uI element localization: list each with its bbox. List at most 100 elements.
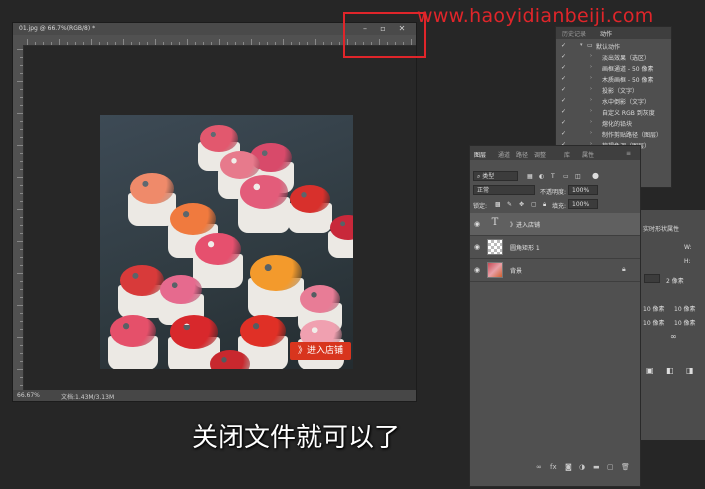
lock-all-icon[interactable]: 🔒︎ — [543, 201, 546, 212]
action-item[interactable]: ✓ › 投影（文字） — [556, 85, 671, 95]
action-item[interactable]: ✓ › 水中倒影（文字） — [556, 96, 671, 106]
corner-radius-3[interactable]: 10 像素 — [643, 318, 665, 327]
checkmark-icon[interactable]: ✓ — [561, 64, 566, 71]
action-label: 淡出效果（选区） — [602, 55, 651, 62]
lock-label: 锁定: — [473, 203, 488, 210]
delete-layer-icon[interactable]: 🗑︎ — [621, 463, 630, 471]
canvas-area[interactable]: 》进入店铺 — [24, 46, 416, 390]
checkmark-icon[interactable]: ✓ — [561, 75, 566, 82]
panel-menu-icon[interactable]: ≡ — [626, 150, 631, 157]
stroke-swatch[interactable] — [644, 274, 660, 283]
tab-history[interactable]: 历史记录 — [562, 29, 586, 38]
filter-text-icon[interactable]: T — [551, 173, 555, 184]
tab-paths[interactable]: 路径 — [516, 150, 528, 159]
corner-radius-1[interactable]: 10 像素 — [643, 304, 665, 313]
lock-transparent-icon[interactable]: ▩ — [495, 201, 501, 212]
document-size: 文档:1.43M/3.13M — [61, 394, 115, 401]
collapse-arrow-icon[interactable]: › — [590, 53, 592, 59]
layer-name: 圆角矩形 1 — [510, 245, 540, 252]
filter-smart-icon[interactable]: ◫ — [575, 173, 581, 184]
action-item[interactable]: ✓ › 制作剪贴路径（图层） — [556, 129, 671, 139]
visibility-eye-icon[interactable]: ◉ — [474, 243, 480, 251]
corner-radius-2[interactable]: 10 像素 — [674, 304, 696, 313]
action-item[interactable]: ✓ ▾ ▭ 默认动作 — [556, 41, 671, 51]
layer-row-background[interactable]: ◉ 背景 🔒︎ — [470, 259, 640, 282]
layers-panel-tabs: 图层 通道 路径 调整 库 属性 ≡ — [470, 146, 640, 160]
document-tab-title[interactable]: 01.jpg @ 66.7%(RGB/8) * — [19, 25, 95, 32]
corner-radius-4[interactable]: 10 像素 — [674, 318, 696, 327]
zoom-readout[interactable]: 66.67% — [17, 392, 40, 399]
properties-title: 实时形状属性 — [643, 226, 680, 233]
collapse-arrow-icon[interactable]: › — [590, 97, 592, 103]
lock-position-icon[interactable]: ✥ — [519, 201, 524, 212]
action-label: 画框通道 - 50 像素 — [602, 66, 654, 73]
filter-toggle-icon[interactable]: ● — [592, 171, 599, 182]
new-group-icon[interactable]: ▬ — [593, 463, 600, 471]
add-mask-icon[interactable]: ◙ — [565, 463, 572, 471]
action-item[interactable]: ✓ › 画框通道 - 50 像素 — [556, 63, 671, 73]
visibility-eye-icon[interactable]: ◉ — [474, 220, 480, 228]
video-subtitle: 关闭文件就可以了 — [192, 423, 401, 453]
layer-name: 》进入店铺 — [510, 222, 541, 229]
new-layer-icon[interactable]: ▢ — [607, 463, 614, 471]
action-item[interactable]: ✓ › 淡出效果（选区） — [556, 52, 671, 62]
layer-style-icon[interactable]: fx — [550, 463, 557, 471]
combine-shapes-icon[interactable]: ▣ — [646, 366, 654, 375]
intersect-shapes-icon[interactable]: ◨ — [686, 366, 694, 375]
fill-label: 填充: — [552, 203, 567, 210]
collapse-arrow-icon[interactable]: › — [590, 130, 592, 136]
lock-image-icon[interactable]: ✎ — [507, 201, 512, 212]
action-item[interactable]: ✓ › 熔化的铅块 — [556, 118, 671, 128]
action-label: 投影（文字） — [602, 88, 639, 95]
vertical-ruler[interactable] — [13, 45, 24, 390]
link-icon[interactable]: ∞ — [670, 332, 677, 341]
checkmark-icon[interactable]: ✓ — [561, 86, 566, 93]
opacity-input[interactable]: 100% — [568, 185, 598, 195]
layer-filter-dropdown[interactable]: ⌕ 类型 — [473, 171, 518, 181]
tab-properties[interactable]: 属性 — [582, 150, 594, 159]
collapse-arrow-icon[interactable]: › — [590, 108, 592, 114]
bouquet — [170, 315, 218, 349]
collapse-arrow-icon[interactable]: › — [590, 119, 592, 125]
filter-adjustment-icon[interactable]: ◐ — [539, 173, 544, 184]
flower-photo: 》进入店铺 — [100, 115, 353, 369]
action-item[interactable]: ✓ › 自定义 RGB 到灰度 — [556, 107, 671, 117]
close-button-highlight — [343, 12, 426, 58]
checkmark-icon[interactable]: ✓ — [561, 42, 566, 49]
adjustment-layer-icon[interactable]: ◑ — [579, 463, 585, 471]
checkmark-icon[interactable]: ✓ — [561, 130, 566, 137]
layer-row-shape[interactable]: ◉ 圆角矩形 1 — [470, 236, 640, 259]
layer-row-text[interactable]: ◉ T 》进入店铺 — [470, 213, 640, 236]
checkmark-icon[interactable]: ✓ — [561, 108, 566, 115]
layers-footer: ∞ fx ◙ ◑ ▬ ▢ 🗑︎ — [470, 461, 640, 475]
bouquet — [130, 173, 174, 204]
layer-name: 背景 — [510, 268, 523, 275]
filter-image-icon[interactable]: ▦ — [527, 173, 533, 184]
tab-layers[interactable]: 图层 — [474, 150, 486, 159]
stroke-width[interactable]: 2 像素 — [666, 276, 684, 285]
collapse-arrow-icon[interactable]: › — [590, 86, 592, 92]
bouquet — [220, 151, 260, 179]
checkmark-icon[interactable]: ✓ — [561, 119, 566, 126]
checkmark-icon[interactable]: ✓ — [561, 97, 566, 104]
tab-libraries[interactable]: 库 — [564, 150, 570, 159]
filter-shape-icon[interactable]: ▭ — [563, 173, 569, 184]
action-item[interactable]: ✓ › 木质画框 - 50 像素 — [556, 74, 671, 84]
bouquet — [110, 315, 156, 348]
watermark: www.haoyidianbeiji.com — [417, 5, 654, 27]
collapse-arrow-icon[interactable]: › — [590, 75, 592, 81]
lock-artboard-icon[interactable]: ▢ — [531, 201, 537, 212]
checkmark-icon[interactable]: ✓ — [561, 53, 566, 60]
tab-actions[interactable]: 动作 — [600, 29, 612, 38]
blend-mode-dropdown[interactable]: 正常 — [473, 185, 535, 195]
expand-arrow-icon[interactable]: ▾ — [580, 42, 583, 48]
shape-layer-thumbnail — [487, 239, 503, 255]
collapse-arrow-icon[interactable]: › — [590, 64, 592, 70]
subtract-shapes-icon[interactable]: ◧ — [666, 366, 674, 375]
fill-input[interactable]: 100% — [568, 199, 598, 209]
tab-channels[interactable]: 通道 — [498, 150, 510, 159]
action-label: 水中倒影（文字） — [602, 99, 651, 106]
link-layers-icon[interactable]: ∞ — [536, 463, 542, 471]
tab-adjustments[interactable]: 调整 — [534, 150, 546, 159]
visibility-eye-icon[interactable]: ◉ — [474, 266, 480, 274]
